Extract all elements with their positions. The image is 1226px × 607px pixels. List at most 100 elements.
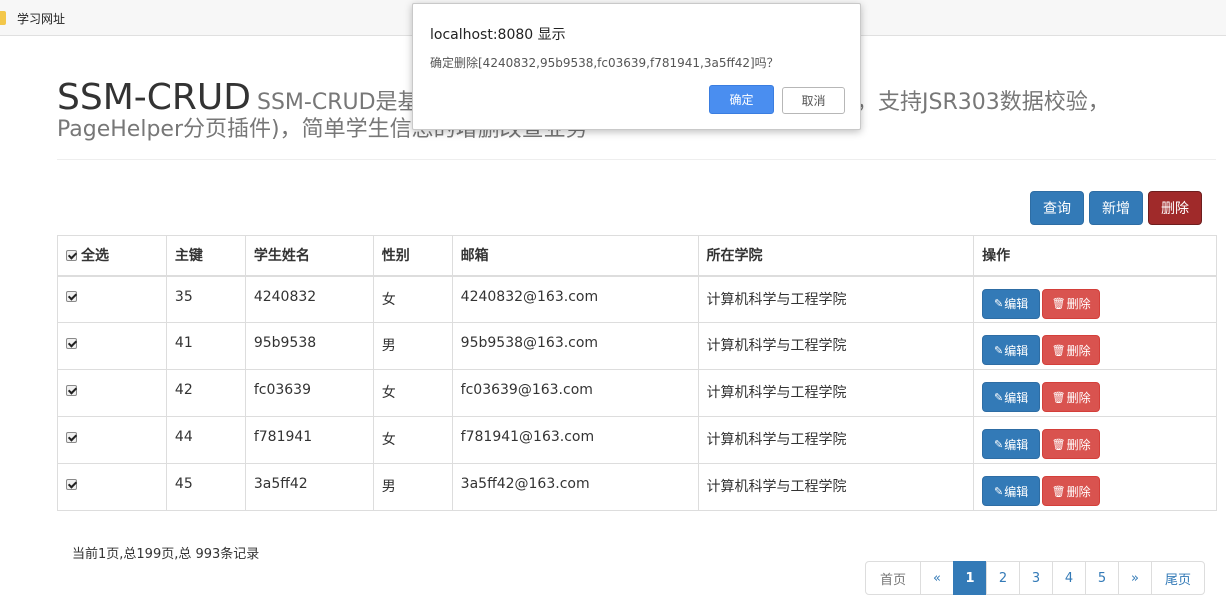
cell-email: 95b9538@163.com bbox=[451, 322, 699, 370]
edit-label: 编辑 bbox=[1004, 343, 1029, 358]
cell-actions: ✎ 编辑 🗑 删除 bbox=[973, 322, 1217, 370]
page-link-4[interactable]: 4 bbox=[1052, 561, 1086, 595]
header-gender: 性别 bbox=[372, 235, 453, 277]
cell-id: 45 bbox=[165, 463, 246, 511]
cell-actions: ✎ 编辑 🗑 删除 bbox=[973, 463, 1217, 511]
delete-label: 删除 bbox=[1066, 297, 1091, 311]
trash-icon: 🗑 bbox=[1051, 391, 1066, 404]
page-link-5[interactable]: 5 bbox=[1085, 561, 1119, 595]
cell-name: fc03639 bbox=[244, 369, 374, 417]
page-last-link[interactable]: 尾页 bbox=[1151, 561, 1205, 595]
delete-selected-button[interactable]: 删除 bbox=[1148, 191, 1202, 225]
pencil-icon: ✎ bbox=[994, 298, 1004, 310]
edit-button[interactable]: ✎ 编辑 bbox=[982, 476, 1041, 506]
delete-button[interactable]: 🗑 删除 bbox=[1042, 335, 1101, 365]
bookmark-folder-study[interactable]: 学习网址 bbox=[0, 0, 65, 36]
delete-label: 删除 bbox=[1066, 484, 1091, 499]
cell-college: 计算机科学与工程学院 bbox=[697, 369, 975, 417]
cell-actions: ✎ 编辑 🗑 删除 bbox=[973, 416, 1217, 464]
pencil-icon: ✎ bbox=[994, 344, 1004, 357]
edit-button[interactable]: ✎ 编辑 bbox=[982, 335, 1041, 365]
header-college: 所在学院 bbox=[697, 235, 975, 277]
cell-email: 4240832@163.com bbox=[451, 275, 699, 323]
page-next-link[interactable]: » bbox=[1118, 561, 1152, 595]
row-checkbox[interactable] bbox=[66, 431, 77, 443]
pencil-icon: ✎ bbox=[994, 391, 1004, 404]
edit-button[interactable]: ✎ 编辑 bbox=[982, 382, 1041, 412]
query-button[interactable]: 查询 bbox=[1030, 191, 1084, 225]
header-name: 学生姓名 bbox=[244, 235, 374, 277]
page-link-2[interactable]: 2 bbox=[986, 561, 1020, 595]
dialog-title: localhost:8080 显示 bbox=[430, 27, 566, 43]
edit-label: 编辑 bbox=[1004, 390, 1029, 405]
header-select-all: 全选 bbox=[57, 235, 167, 277]
row-select-cell bbox=[57, 463, 167, 511]
add-button[interactable]: 新增 bbox=[1089, 191, 1143, 225]
row-select-cell bbox=[57, 275, 167, 323]
cell-email: f781941@163.com bbox=[451, 416, 699, 464]
delete-label: 删除 bbox=[1066, 437, 1091, 452]
delete-button[interactable]: 🗑 删除 bbox=[1042, 476, 1101, 506]
dialog-ok-button[interactable]: 确定 bbox=[709, 85, 774, 114]
row-select-cell bbox=[57, 369, 167, 417]
cell-gender: 女 bbox=[372, 369, 453, 417]
cell-name: f781941 bbox=[244, 416, 374, 464]
page-title-text: SSM-CRUD bbox=[57, 77, 251, 118]
dialog-message: 确定删除[4240832,95b9538,fc03639,f781941,3a5… bbox=[430, 56, 779, 70]
row-checkbox[interactable] bbox=[66, 478, 77, 490]
cell-gender: 男 bbox=[372, 322, 453, 370]
cell-actions: ✎ 编辑 🗑 删除 bbox=[973, 369, 1217, 417]
edit-button[interactable]: ✎ 编辑 bbox=[982, 288, 1041, 319]
cell-gender: 男 bbox=[372, 463, 453, 511]
cell-college: 计算机科学与工程学院 bbox=[697, 416, 975, 464]
table-row: 42 fc03639 女 fc03639@163.com 计算机科学与工程学院 ✎ 编辑 🗑 删… bbox=[57, 369, 1217, 417]
cell-gender: 女 bbox=[372, 275, 453, 323]
confirm-dialog: localhost:8080 显示 确定删除[4240832,95b9538,f… bbox=[412, 3, 861, 130]
cell-name: 4240832 bbox=[244, 275, 374, 323]
table-row: 41 95b9538 男 95b9538@163.com 计算机科学与工程学院 ✎ 编辑 🗑 删… bbox=[57, 322, 1217, 370]
edit-label: 编辑 bbox=[1004, 484, 1029, 499]
dialog-cancel-button[interactable]: 取消 bbox=[782, 87, 845, 114]
row-checkbox[interactable] bbox=[66, 384, 77, 396]
delete-button[interactable]: 🗑 删除 bbox=[1042, 429, 1101, 459]
table-row: 45 3a5ff42 男 3a5ff42@163.com 计算机科学与工程学院 ✎ 编辑 🗑 删… bbox=[57, 463, 1217, 511]
header-id: 主键 bbox=[165, 235, 246, 277]
delete-label: 删除 bbox=[1066, 343, 1091, 358]
page-link-3[interactable]: 3 bbox=[1019, 561, 1053, 595]
cell-actions: ✎ 编辑 🗑 删除 bbox=[973, 275, 1217, 323]
cell-gender: 女 bbox=[372, 416, 453, 464]
edit-button[interactable]: ✎ 编辑 bbox=[982, 429, 1041, 459]
delete-button[interactable]: 🗑 删除 bbox=[1042, 382, 1101, 412]
edit-label: 编辑 bbox=[1004, 297, 1029, 311]
header-email: 邮箱 bbox=[451, 235, 699, 277]
header-actions: 操作 bbox=[973, 235, 1217, 277]
page-link-1[interactable]: 1 bbox=[953, 561, 987, 595]
trash-icon: 🗑 bbox=[1051, 485, 1066, 498]
delete-button[interactable]: 🗑 删除 bbox=[1042, 288, 1101, 319]
cell-name: 3a5ff42 bbox=[244, 463, 374, 511]
page-prev-link[interactable]: « bbox=[920, 561, 954, 595]
select-all-checkbox[interactable] bbox=[66, 249, 77, 261]
cell-id: 41 bbox=[165, 322, 246, 370]
cell-email: 3a5ff42@163.com bbox=[451, 463, 699, 511]
cell-id: 44 bbox=[165, 416, 246, 464]
table-row: 44 f781941 女 f781941@163.com 计算机科学与工程学院 ✎ 编辑 🗑 删… bbox=[57, 416, 1217, 464]
cell-id: 35 bbox=[165, 275, 246, 323]
trash-icon: 🗑 bbox=[1051, 298, 1066, 310]
pencil-icon: ✎ bbox=[994, 438, 1004, 451]
edit-label: 编辑 bbox=[1004, 437, 1029, 452]
folder-icon bbox=[0, 11, 6, 25]
cell-name: 95b9538 bbox=[244, 322, 374, 370]
page-first-link[interactable]: 首页 bbox=[865, 561, 921, 595]
row-select-cell bbox=[57, 322, 167, 370]
pagination: 首页 « 1 2 3 4 5 » 尾页 bbox=[865, 561, 1205, 595]
delete-label: 删除 bbox=[1066, 390, 1091, 405]
cell-college: 计算机科学与工程学院 bbox=[697, 275, 975, 323]
trash-icon: 🗑 bbox=[1051, 344, 1066, 357]
row-checkbox[interactable] bbox=[66, 291, 77, 302]
pagination-summary: 当前1页,总199页,总 993条记录 bbox=[72, 547, 260, 562]
pencil-icon: ✎ bbox=[994, 485, 1004, 498]
row-checkbox[interactable] bbox=[66, 337, 77, 349]
table-row: 35 4240832 女 4240832@163.com 计算机科学与工程学院 ✎ 编辑 🗑 删… bbox=[57, 275, 1217, 323]
row-select-cell bbox=[57, 416, 167, 464]
